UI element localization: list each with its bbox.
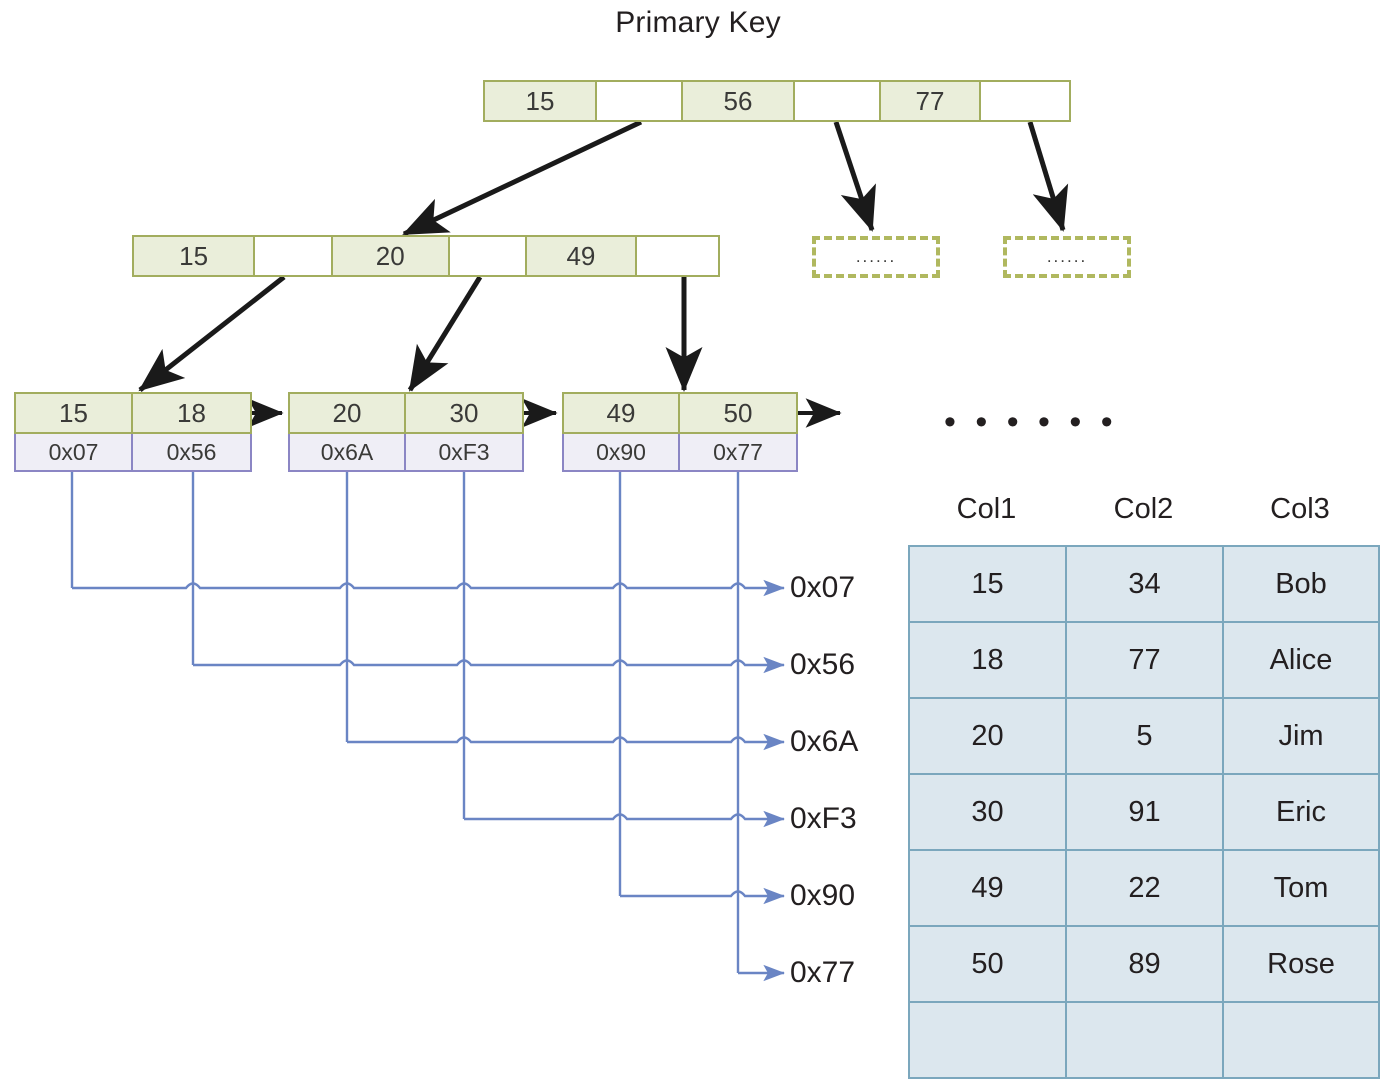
- arrow-internal-to-leaf-2: [407, 275, 483, 392]
- leaf-1-key-1: 18: [177, 397, 206, 428]
- internal-cell-ptr-1: [449, 237, 528, 275]
- internal-node: 15 20 49: [132, 235, 720, 277]
- leaf-2-pointer-row: 0x6A 0xF3: [288, 434, 524, 472]
- arrow-root-to-placeholder-2: [1027, 121, 1069, 232]
- root-cell-key-0: 15: [485, 82, 597, 120]
- root-cell-key-2: 77: [881, 82, 981, 120]
- leaf-1-pointer-1: 0x56: [166, 438, 217, 465]
- internal-cell-key-2: 49: [527, 237, 637, 275]
- leaf-3-key-row: 49 50: [562, 392, 798, 434]
- leaf-2-key-row: 20 30: [288, 392, 524, 434]
- internal-cell-key-0: 15: [134, 237, 256, 275]
- table-cell: 91: [1065, 773, 1224, 851]
- table-header-col2: Col2: [1113, 493, 1174, 525]
- address-label-0: 0x07: [790, 571, 856, 604]
- address-label-3: 0xF3: [790, 802, 857, 835]
- table-row: 20 5 Jim: [908, 697, 1380, 775]
- internal-cell-ptr-0: [255, 237, 333, 275]
- leaf-2-pointer-0: 0x6A: [290, 434, 407, 470]
- table-cell: 89: [1065, 925, 1224, 1003]
- table-row: 30 91 Eric: [908, 773, 1380, 851]
- arrow-root-to-placeholder-1: [833, 121, 876, 232]
- arrow-root-to-internal: [402, 119, 643, 237]
- table-row: 18 77 Alice: [908, 621, 1380, 699]
- root-cell-ptr-0: [597, 82, 683, 120]
- table-cell: Jim: [1222, 697, 1380, 775]
- table-row: 50 89 Rose: [908, 925, 1380, 1003]
- table-cell: 20: [908, 697, 1067, 775]
- table-header-col3: Col3: [1270, 493, 1330, 525]
- table-row: 15 34 Bob: [908, 545, 1380, 623]
- internal-cell-key-1: 20: [332, 237, 450, 275]
- address-label-4: 0x90: [790, 879, 856, 912]
- root-cell-ptr-2: [981, 82, 1069, 120]
- leaf-1-key-row: 15 18: [14, 392, 252, 434]
- leaf-3-key-0: 49: [564, 394, 681, 432]
- internal-cell-ptr-2: [636, 237, 718, 275]
- address-label-2: 0x6A: [790, 725, 859, 758]
- table-cell: 15: [908, 545, 1067, 623]
- table-cell: 30: [908, 773, 1067, 851]
- leaf-3-key-1: 50: [723, 397, 753, 428]
- leaf-node-1: 15 18 0x07 0x56: [14, 392, 252, 472]
- leaf-3-pointer-0: 0x90: [564, 434, 681, 470]
- placeholder-node-2: ......: [1003, 236, 1131, 278]
- root-cell-ptr-1: [795, 82, 881, 120]
- leaf-node-2: 20 30 0x6A 0xF3: [288, 392, 524, 472]
- table-cell: 49: [908, 849, 1067, 927]
- table-cell: [1065, 1001, 1224, 1079]
- table-cell: 50: [908, 925, 1067, 1003]
- table-cell: Eric: [1222, 773, 1380, 851]
- leaf-node-3: 49 50 0x90 0x77: [562, 392, 798, 472]
- leaf-1-pointer-0: 0x07: [16, 434, 134, 470]
- leaf-3-pointer-1: 0x77: [713, 438, 763, 465]
- table-cell: 77: [1065, 621, 1224, 699]
- table-cell: Bob: [1222, 545, 1380, 623]
- arrow-internal-to-leaf-1: [138, 275, 286, 392]
- root-cell-key-1: 56: [683, 82, 795, 120]
- table-cell: 5: [1065, 697, 1224, 775]
- leaf-1-pointer-row: 0x07 0x56: [14, 434, 252, 472]
- pointer-horizontals: [72, 579, 785, 982]
- leaf-3-pointer-row: 0x90 0x77: [562, 434, 798, 472]
- table-cell: 34: [1065, 545, 1224, 623]
- address-label-5: 0x77: [790, 956, 856, 989]
- table-cell: Alice: [1222, 621, 1380, 699]
- leaf-2-key-0: 20: [290, 394, 407, 432]
- address-label-1: 0x56: [790, 648, 856, 681]
- pointer-verticals: [70, 470, 740, 973]
- table-row: 49 22 Tom: [908, 849, 1380, 927]
- table-cell: Tom: [1222, 849, 1380, 927]
- data-table: 15 34 Bob 18 77 Alice 20 5 Jim 30 91 Eri…: [908, 545, 1380, 1079]
- leaf-2-key-1: 30: [449, 397, 479, 428]
- root-node: 15 56 77: [483, 80, 1071, 122]
- table-cell: 18: [908, 621, 1067, 699]
- table-header-row: Col1 Col2 Col3: [908, 493, 1378, 526]
- diagram-canvas: Primary Key 15 56 77 15 20 49 ...... ...…: [0, 0, 1396, 1079]
- table-cell: [908, 1001, 1067, 1079]
- placeholder-node-1: ......: [812, 236, 940, 278]
- leaf-chain-ellipsis: • • • • • •: [944, 403, 1118, 441]
- table-cell: [1222, 1001, 1380, 1079]
- leaf-2-pointer-1: 0xF3: [438, 438, 490, 465]
- table-header-col1: Col1: [956, 493, 1017, 525]
- table-cell: Rose: [1222, 925, 1380, 1003]
- table-row-partial: [908, 1001, 1380, 1079]
- leaf-1-key-0: 15: [16, 394, 134, 432]
- table-cell: 22: [1065, 849, 1224, 927]
